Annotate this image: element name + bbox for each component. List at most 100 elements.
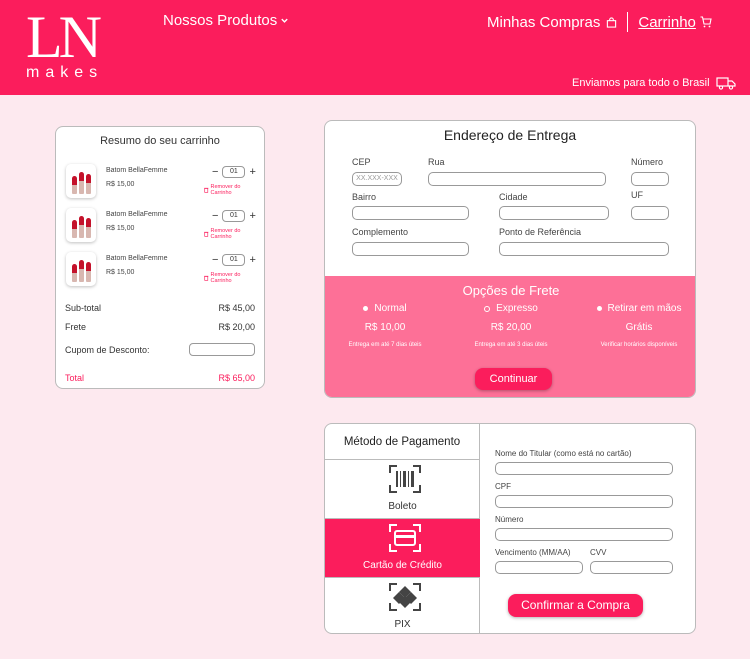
- cpf-input[interactable]: [495, 495, 673, 508]
- increase-button[interactable]: +: [249, 166, 255, 178]
- freight-option-note: Entrega em até 3 dias úteis: [474, 342, 548, 348]
- coupon-row: Cupom de Desconto:: [65, 343, 255, 356]
- number-label: Número: [631, 157, 664, 167]
- quantity-field[interactable]: 01: [222, 166, 246, 178]
- nav-right: Minhas Compras Carrinho: [487, 12, 712, 32]
- cart-item: Batom BellaFemme R$ 15,00 − 01 + Remover…: [64, 252, 258, 286]
- cvv-label: CVV: [590, 548, 607, 557]
- item-name: Batom BellaFemme: [106, 255, 168, 262]
- expiry-input[interactable]: [495, 561, 583, 574]
- brand-logo[interactable]: LN makes: [26, 4, 116, 84]
- payment-method-label: Boleto: [388, 501, 417, 512]
- trash-icon: [204, 275, 209, 281]
- quantity-stepper: − 01 +: [212, 254, 256, 266]
- increase-button[interactable]: +: [249, 210, 255, 222]
- payment-method-boleto[interactable]: Boleto: [325, 459, 480, 518]
- complement-input[interactable]: [352, 242, 469, 256]
- freight-option-note: Verificar horários disponíveis: [600, 342, 678, 348]
- delivery-address-panel: Endereço de Entrega CEP XX.XXX-XXX Rua N…: [324, 120, 696, 398]
- freight-option-price: R$ 10,00: [364, 322, 406, 333]
- freight-option-name: Retirar em mãos: [587, 303, 691, 314]
- cart-summary: Resumo do seu carrinho Batom BellaFemme …: [55, 126, 265, 389]
- item-price: R$ 15,00: [106, 225, 135, 232]
- payment-method-credit-card[interactable]: Cartão de Crédito: [325, 518, 480, 577]
- cart-icon: [700, 16, 712, 28]
- card-number-input[interactable]: [495, 528, 673, 541]
- freight-option-label: Retirar em mãos: [607, 303, 682, 314]
- freight-row: Frete R$ 20,00: [65, 322, 255, 332]
- remove-item-button[interactable]: Remover do Carrinho: [204, 184, 258, 196]
- confirm-purchase-button[interactable]: Confirmar a Compra: [508, 594, 643, 617]
- total-row: Total R$ 65,00: [65, 373, 255, 383]
- quantity-field[interactable]: 01: [222, 254, 246, 266]
- reference-input[interactable]: [499, 242, 669, 256]
- freight-option-label: Normal: [374, 303, 407, 314]
- shipping-note: Enviamos para todo o Brasil: [572, 76, 736, 90]
- reference-label: Ponto de Referência: [499, 227, 582, 237]
- quantity-stepper: − 01 +: [212, 166, 256, 178]
- payment-method-pix[interactable]: PIX: [325, 577, 480, 633]
- lipstick-image: [66, 208, 96, 242]
- radio-dot-icon: [596, 306, 602, 311]
- radio-selected-icon: [484, 305, 491, 312]
- total-label: Total: [65, 373, 85, 383]
- shopping-bag-icon: [607, 16, 617, 28]
- increase-button[interactable]: +: [249, 254, 255, 266]
- street-label: Rua: [428, 157, 445, 167]
- nav-cart[interactable]: Carrinho: [638, 14, 712, 31]
- chevron-down-icon: [281, 18, 288, 23]
- nav-products[interactable]: Nossos Produtos: [163, 12, 289, 29]
- subtotal-value: R$ 45,00: [218, 303, 255, 313]
- delivery-truck-icon: [715, 77, 736, 90]
- remove-item-button[interactable]: Remover do Carrinho: [204, 272, 258, 284]
- city-input[interactable]: [499, 206, 609, 220]
- quantity-field[interactable]: 01: [222, 210, 246, 222]
- decrease-button[interactable]: −: [212, 166, 218, 178]
- number-input[interactable]: [631, 172, 669, 186]
- cvv-input[interactable]: [590, 561, 673, 574]
- pix-icon: [389, 583, 421, 611]
- complement-label: Complemento: [352, 227, 409, 237]
- item-price: R$ 15,00: [106, 181, 135, 188]
- payment-title: Método de Pagamento: [343, 436, 461, 448]
- nav-purchases[interactable]: Minhas Compras: [487, 14, 617, 31]
- street-input[interactable]: [428, 172, 606, 186]
- freight-value: R$ 20,00: [218, 322, 255, 332]
- freight-option-price: R$ 20,00: [490, 322, 532, 333]
- trash-icon: [204, 187, 209, 193]
- cep-input[interactable]: XX.XXX-XXX: [352, 172, 402, 186]
- cart-item: Batom BellaFemme R$ 15,00 − 01 + Remover…: [64, 208, 258, 242]
- decrease-button[interactable]: −: [212, 210, 218, 222]
- nav-purchases-label: Minhas Compras: [487, 13, 601, 31]
- state-input[interactable]: [631, 206, 669, 220]
- payment-method-label: PIX: [394, 619, 411, 630]
- expiry-label: Vencimento (MM/AA): [495, 548, 571, 557]
- cep-label: CEP: [352, 157, 371, 167]
- payment-panel: Método de Pagamento Boleto Cartão de Cré…: [324, 423, 696, 634]
- cart-summary-title: Resumo do seu carrinho: [100, 135, 220, 147]
- decrease-button[interactable]: −: [212, 254, 218, 266]
- item-name: Batom BellaFemme: [106, 211, 168, 218]
- freight-option-label: Expresso: [496, 303, 538, 314]
- nav-products-label: Nossos Produtos: [163, 12, 278, 29]
- item-name: Batom BellaFemme: [106, 167, 168, 174]
- logo-mark: LN: [26, 4, 102, 70]
- freight-option-normal[interactable]: Normal R$ 10,00 Entrega em até 7 dias út…: [335, 303, 435, 348]
- continue-button[interactable]: Continuar: [475, 368, 552, 390]
- remove-item-label: Remover do Carrinho: [210, 184, 241, 196]
- freight-option-pickup[interactable]: Retirar em mãos Grátis Verificar horário…: [587, 303, 691, 348]
- holder-input[interactable]: [495, 462, 673, 475]
- district-input[interactable]: [352, 206, 469, 220]
- remove-item-button[interactable]: Remover do Carrinho: [204, 228, 258, 240]
- freight-option-name: Expresso: [461, 303, 561, 314]
- cpf-label: CPF: [495, 482, 511, 491]
- payment-method-label: Cartão de Crédito: [363, 560, 442, 571]
- nav-cart-label: Carrinho: [638, 13, 696, 31]
- freight-option-express[interactable]: Expresso R$ 20,00 Entrega em até 3 dias …: [461, 303, 561, 348]
- freight-option-note: Entrega em até 7 dias úteis: [348, 342, 422, 348]
- coupon-input[interactable]: [189, 343, 255, 356]
- freight-options: Opções de Frete Normal R$ 10,00 Entrega …: [325, 276, 695, 397]
- radio-dot-icon: [363, 306, 369, 311]
- lipstick-image: [66, 252, 96, 286]
- freight-option-name: Normal: [335, 303, 435, 314]
